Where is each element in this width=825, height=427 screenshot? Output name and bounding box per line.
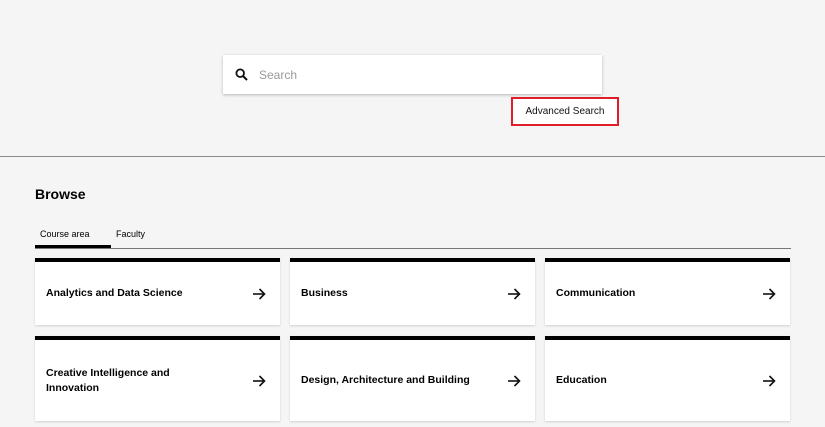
card-label: Education — [556, 374, 607, 386]
card-creative-intelligence-innovation[interactable]: Creative Intelligence and Innovation — [35, 336, 280, 421]
card-label: Business — [301, 287, 348, 299]
page: Advanced Search Browse Course area Facul… — [0, 0, 825, 427]
card-analytics-data-science[interactable]: Analytics and Data Science — [35, 258, 280, 325]
card-label: Design, Architecture and Building — [301, 374, 470, 386]
search-input[interactable] — [257, 54, 602, 95]
arrow-right-icon — [253, 374, 266, 387]
search-icon[interactable] — [233, 67, 249, 83]
arrow-right-icon — [508, 374, 521, 387]
search-region: Advanced Search — [0, 0, 825, 157]
card-label: Communication — [556, 287, 636, 299]
arrow-right-icon — [763, 287, 776, 300]
search-box[interactable] — [223, 54, 602, 95]
arrow-right-icon — [763, 374, 776, 387]
card-label: Analytics and Data Science — [46, 287, 183, 299]
tab-faculty[interactable]: Faculty — [111, 222, 171, 248]
card-education[interactable]: Education — [545, 336, 790, 421]
advanced-search-button[interactable]: Advanced Search — [511, 97, 619, 126]
tab-course-area[interactable]: Course area — [35, 222, 111, 248]
card-label: Creative Intelligence and Innovation — [46, 366, 170, 394]
browse-heading: Browse — [35, 186, 86, 202]
arrow-right-icon — [508, 287, 521, 300]
arrow-right-icon — [253, 287, 266, 300]
card-design-architecture-building[interactable]: Design, Architecture and Building — [290, 336, 535, 421]
advanced-search-label: Advanced Search — [525, 106, 605, 117]
card-business[interactable]: Business — [290, 258, 535, 325]
card-communication[interactable]: Communication — [545, 258, 790, 325]
browse-tabs: Course area Faculty — [35, 222, 791, 249]
